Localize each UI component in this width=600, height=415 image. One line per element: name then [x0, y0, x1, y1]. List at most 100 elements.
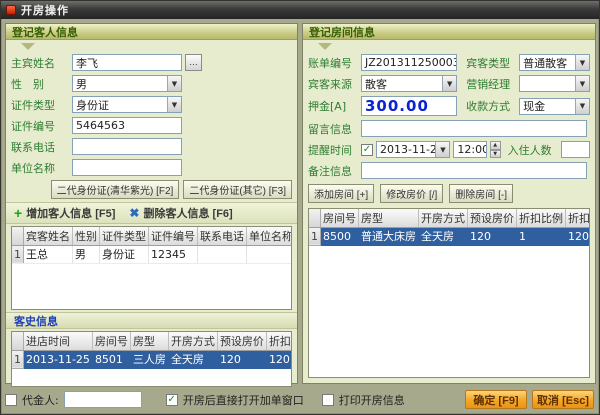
open-addorder-checkbox[interactable]: [165, 393, 178, 406]
history-section-title: 客史信息: [14, 314, 58, 328]
modify-price-button[interactable]: 修改房价 [/]: [380, 183, 444, 203]
row-number-header: [12, 227, 24, 246]
deposit-input[interactable]: 300.00: [361, 96, 458, 116]
id-type-value: 身份证: [76, 98, 109, 112]
reminder-time-value: 12:00: [457, 143, 487, 156]
id-type-select[interactable]: 身份证 ▼: [72, 96, 182, 113]
sales-manager-select[interactable]: ▼: [519, 75, 590, 92]
guest-table-row[interactable]: 1 王总 男 身份证 12345: [12, 245, 291, 264]
message-input[interactable]: [361, 120, 587, 137]
cancel-button[interactable]: 取消 [Esc]: [532, 390, 594, 409]
agent-label: 代金人:: [22, 393, 59, 407]
reminder-time-input[interactable]: 12:00: [453, 141, 487, 158]
hist-col-room[interactable]: 房间号: [92, 332, 131, 351]
titlebar[interactable]: 开房操作: [1, 1, 599, 19]
id-number-label: 证件编号: [11, 119, 55, 133]
guest-col-idtype[interactable]: 证件类型: [99, 227, 149, 246]
hist-col-openmode[interactable]: 开房方式: [168, 332, 218, 351]
hist-col-preset[interactable]: 预设房价: [217, 332, 267, 351]
memo-row: 备注信息: [308, 160, 590, 181]
delete-guest-button[interactable]: ✖ 删除客人信息 [F6]: [129, 205, 232, 221]
room-col-type[interactable]: 房型: [358, 209, 419, 228]
reminder-checkbox[interactable]: [361, 143, 373, 156]
print-label: 打印开房信息: [338, 393, 405, 407]
room-table-row[interactable]: 1 8500 普通大床房 全天房 120 1 120 商务标准: [309, 227, 589, 246]
hist-col-checkin[interactable]: 进店时间: [23, 332, 93, 351]
guest-lookup-button[interactable]: …: [185, 54, 202, 71]
memo-label: 备注信息: [308, 164, 352, 178]
id-card-other-button[interactable]: 二代身份证(其它) [F3]: [183, 179, 292, 199]
row-number-cell: 1: [12, 245, 24, 264]
payment-method-select[interactable]: 现金 ▼: [519, 97, 590, 115]
guest-type-select[interactable]: 普通散客 ▼: [519, 54, 590, 71]
agent-input[interactable]: [63, 391, 142, 408]
cell: 王总: [23, 245, 73, 264]
room-col-openmode[interactable]: 开房方式: [418, 209, 468, 228]
gender-select[interactable]: 男 ▼: [72, 75, 182, 92]
agent-checkbox[interactable]: [5, 393, 17, 406]
guest-panel-body: 主宾姓名 李飞 … 性 别 男 ▼ 证件类型 身份证 ▼ 证件编号 546456…: [6, 40, 297, 387]
cell: 120: [467, 227, 517, 246]
guest-count-input[interactable]: [560, 141, 590, 158]
room-panel-body: 账单编号 JZ201311250003 宾客类型 普通散客 ▼ 宾客来源 散客 …: [303, 40, 595, 382]
guest-col-phone[interactable]: 联系电话: [197, 227, 247, 246]
dialog-window: 开房操作 登记客人信息 主宾姓名 李飞 … 性 别 男 ▼ 证件类型 身份证 ▼…: [0, 0, 600, 415]
room-col-discprice[interactable]: 折扣房价: [565, 209, 589, 228]
reminder-date-select[interactable]: 2013-11-26 ▼: [376, 141, 451, 158]
confirm-button[interactable]: 确定 [F9]: [465, 390, 527, 409]
chevron-down-icon: ▼: [442, 76, 457, 91]
id-number-input[interactable]: 5464563: [72, 117, 182, 134]
delete-room-button[interactable]: 删除房间 [-]: [449, 183, 513, 203]
guest-col-gender[interactable]: 性别: [72, 227, 100, 246]
cell: [197, 245, 247, 264]
app-icon: [6, 5, 16, 15]
id-card-buttons-row: 二代身份证(清华紫光) [F2] 二代身份证(其它) [F3]: [11, 178, 292, 200]
company-label: 单位名称: [11, 161, 55, 175]
id-card-tsinghua-button[interactable]: 二代身份证(清华紫光) [F2]: [50, 179, 180, 199]
deposit-label: 押金[A]: [308, 100, 347, 113]
spin-down-icon[interactable]: ▼: [489, 149, 501, 158]
company-input[interactable]: [72, 159, 182, 176]
reminder-date-value: 2013-11-26: [380, 143, 444, 156]
id-number-row: 证件编号 5464563: [11, 115, 292, 136]
history-table-row[interactable]: 1 2013-11-25 8501 三人房 全天房 120 120 1: [12, 350, 291, 369]
guest-panel-header: 登记客人信息: [6, 24, 297, 40]
chevron-down-icon: ▼: [435, 142, 450, 157]
row-number-cell: 1: [309, 227, 321, 246]
room-col-discrate[interactable]: 折扣比例: [516, 209, 566, 228]
guest-col-name[interactable]: 宾客姓名: [23, 227, 73, 246]
room-col-preset[interactable]: 预设房价: [467, 209, 517, 228]
room-col-number[interactable]: 房间号: [320, 209, 359, 228]
phone-row: 联系电话: [11, 136, 292, 157]
main-guest-name-input[interactable]: 李飞: [72, 54, 182, 71]
sales-manager-label: 营销经理: [466, 77, 511, 91]
hist-col-discprice[interactable]: 折扣房价: [266, 332, 291, 351]
cell: 全天房: [168, 350, 218, 369]
guest-table: 宾客姓名 性别 证件类型 证件编号 联系电话 单位名称 1 王总 男 身份证 1…: [11, 226, 292, 310]
collapse-chevron-icon[interactable]: [318, 43, 332, 50]
time-spinner: ▲ ▼: [489, 141, 501, 158]
payment-method-value: 现金: [523, 100, 546, 113]
bill-number-value: JZ201311250003: [365, 56, 458, 69]
plus-icon: +: [14, 205, 23, 221]
memo-input[interactable]: [361, 162, 587, 179]
bill-number-input[interactable]: JZ201311250003: [361, 54, 458, 71]
hist-col-roomtype[interactable]: 房型: [130, 332, 169, 351]
cell: 2013-11-25: [23, 350, 93, 369]
collapse-chevron-icon[interactable]: [21, 43, 35, 50]
guest-col-idno[interactable]: 证件编号: [148, 227, 198, 246]
cell: 12345: [148, 245, 198, 264]
message-label: 留言信息: [308, 122, 352, 136]
cell: 8501: [92, 350, 131, 369]
guest-source-select[interactable]: 散客 ▼: [361, 75, 458, 92]
add-room-button[interactable]: 添加房间 [+]: [308, 183, 375, 203]
guest-type-label: 宾客类型: [466, 56, 511, 70]
guest-col-company[interactable]: 单位名称: [246, 227, 291, 246]
spin-up-icon[interactable]: ▲: [489, 141, 501, 150]
chevron-down-icon: ▼: [167, 97, 181, 112]
add-guest-button[interactable]: + 增加客人信息 [F5]: [14, 205, 115, 221]
phone-input[interactable]: [72, 138, 182, 155]
main-guest-name-row: 主宾姓名 李飞 …: [11, 52, 292, 73]
company-row: 单位名称: [11, 157, 292, 178]
print-checkbox[interactable]: [321, 393, 334, 406]
